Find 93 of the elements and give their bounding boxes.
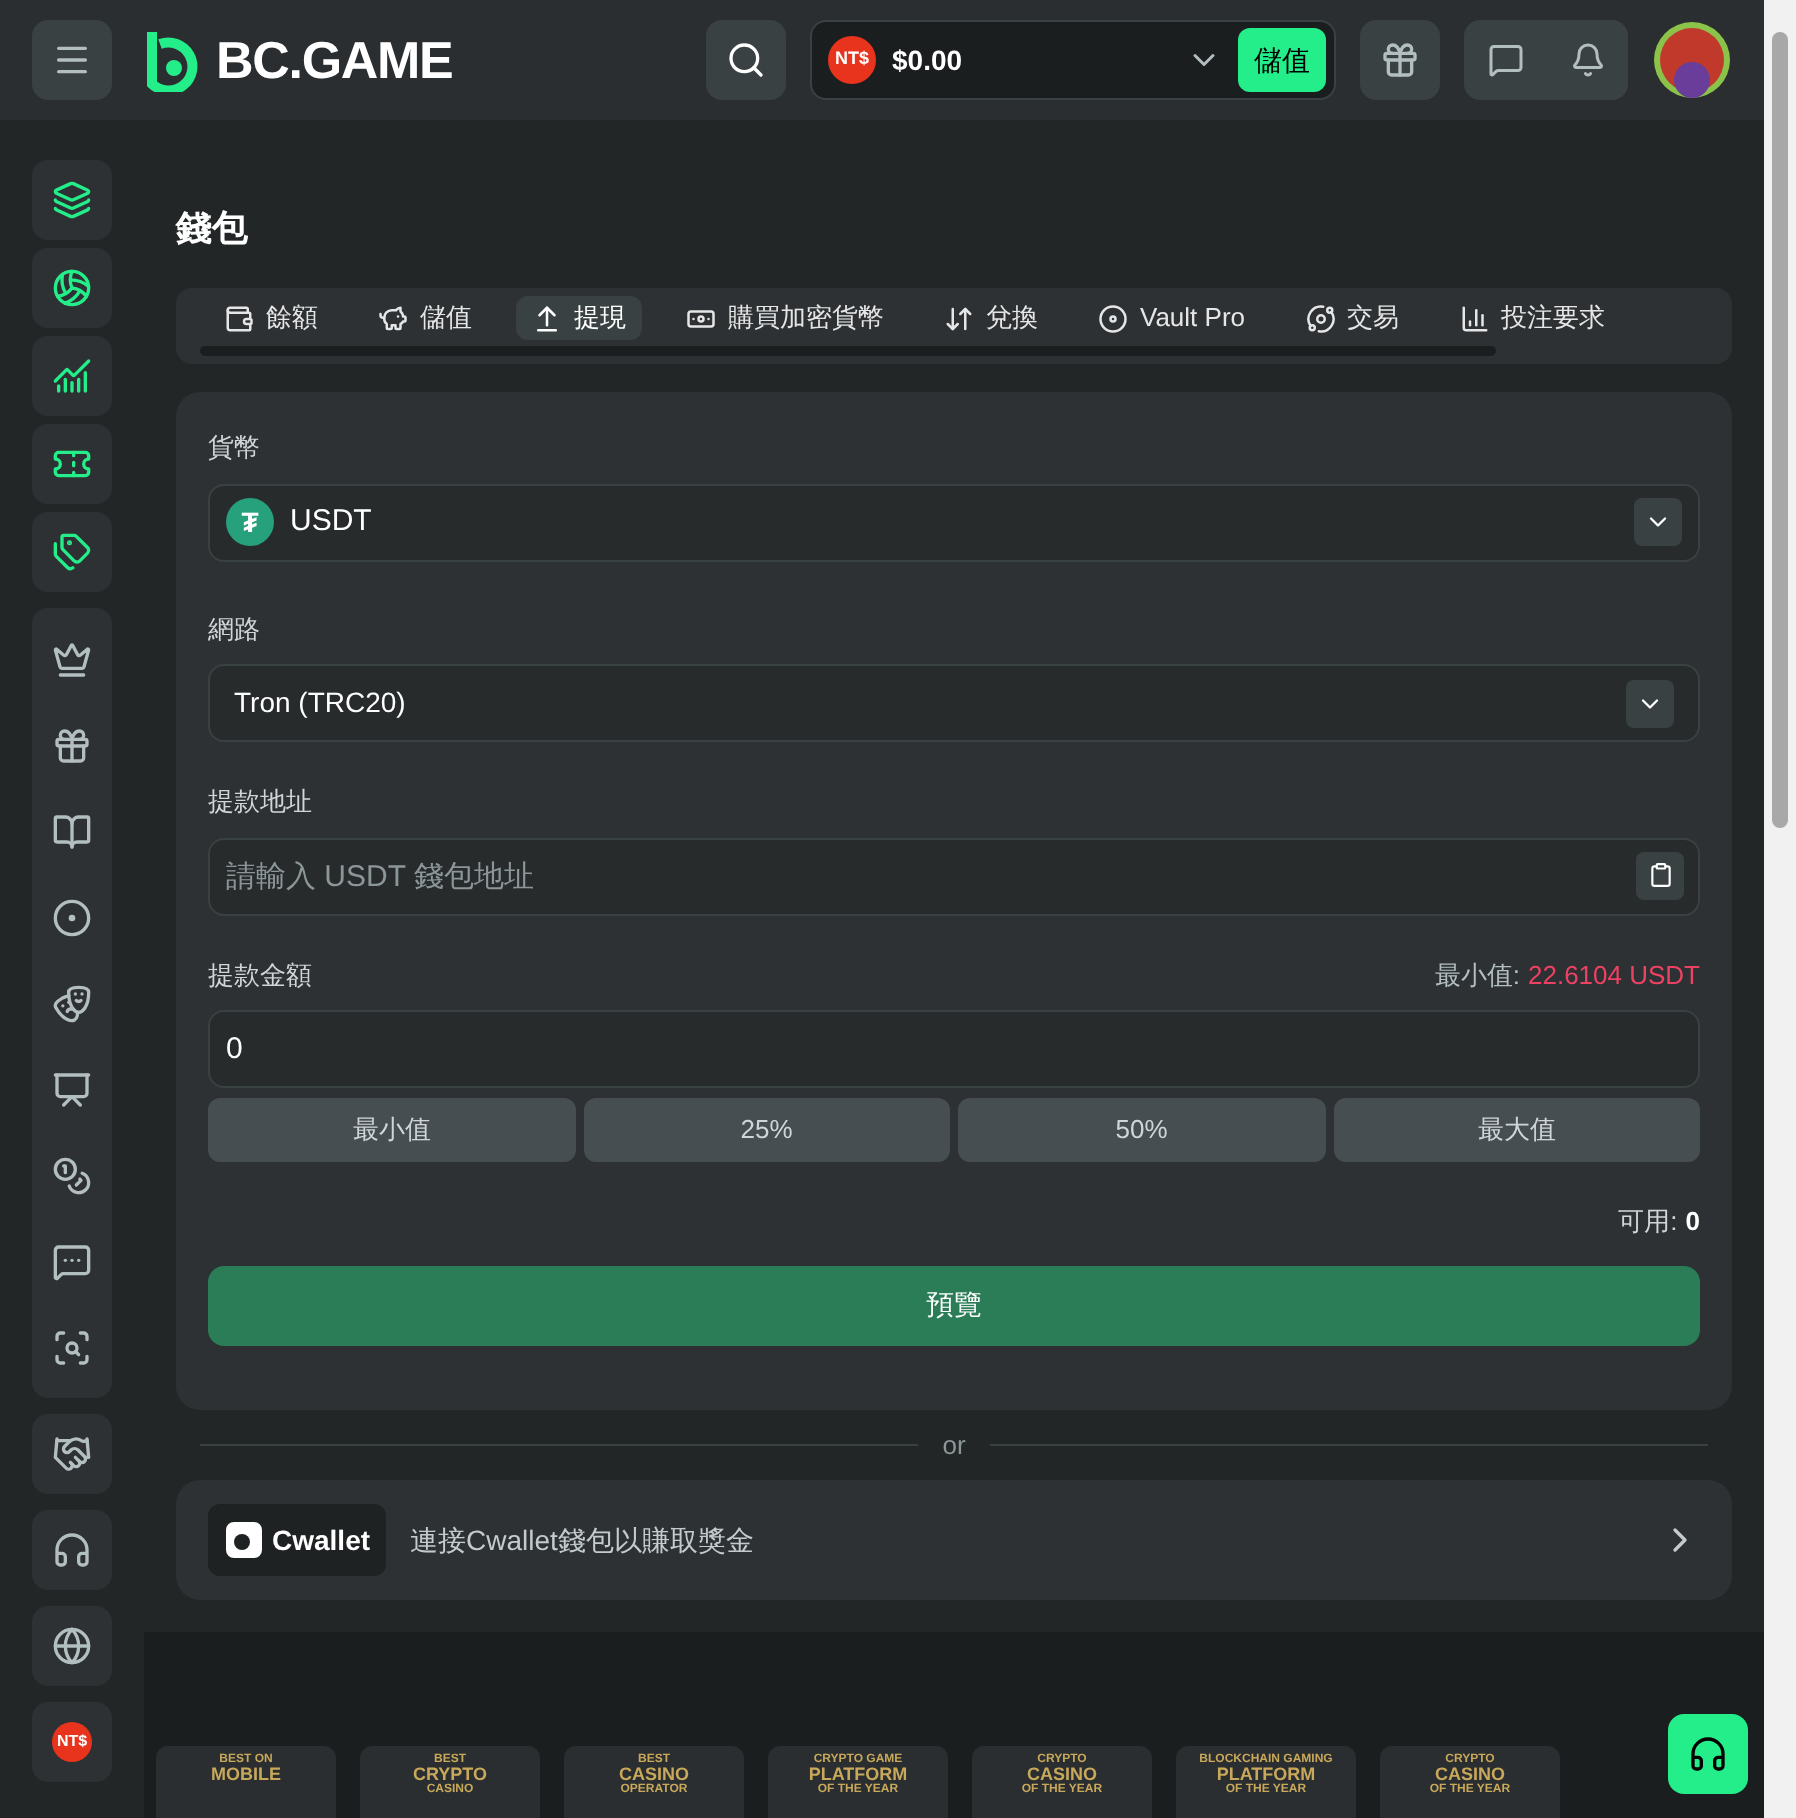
avatar[interactable] [1652,20,1732,100]
field-label: 提款金額 [208,957,312,993]
wallet-tab[interactable]: Vault Pro [1082,296,1262,340]
support-button[interactable] [1668,1714,1748,1794]
gift-icon [52,725,92,765]
ball-icon [52,268,92,308]
crown-icon [52,639,92,679]
chat-icon[interactable] [1487,42,1523,78]
wallet-tab[interactable]: 交易 [1289,296,1416,340]
award-text: PLATFORM [1216,1766,1316,1784]
coins-icon [52,1155,92,1195]
chat-icon [52,1241,92,1281]
sidebar-item[interactable] [32,1606,112,1686]
available-label: 可用: [1618,1204,1678,1240]
tags-icon [52,532,92,572]
bar-chart-icon [1459,303,1490,333]
clipboard-icon [1647,862,1673,888]
search-icon [726,40,766,80]
award-text: CASINO [618,1766,689,1784]
search-button[interactable] [706,20,786,100]
balance-amount: $0.00 [892,42,963,80]
coin-icon: ₮ [226,498,274,546]
dropdown-button[interactable] [1634,498,1682,546]
preview-button[interactable]: 預覽 [208,1265,1700,1345]
minimum-label: 最小值: [1434,957,1520,993]
bell-icon[interactable] [1569,42,1605,78]
sidebar-item[interactable] [32,160,112,240]
magnifier-icon [52,1327,92,1367]
network-value: Tron (TRC20) [234,684,406,722]
sidebar-item[interactable] [32,512,112,592]
wallet-tab[interactable]: 餘額 [208,296,334,340]
dropdown-button[interactable] [1626,679,1674,727]
amount-preset-button[interactable]: 最小值 [208,1098,575,1162]
award-text: PLATFORM [808,1766,908,1784]
cwallet-logo: Cwallet [208,1504,387,1576]
field-label: 網路 [208,611,262,647]
piggy-bank-icon [378,303,408,333]
cards-icon [52,180,92,220]
ring-icon [52,897,92,937]
amount-field[interactable]: 0 [208,1010,1700,1088]
brand-name: BC.GAME [216,27,453,93]
globe-icon [52,1626,92,1666]
sidebar-item[interactable] [32,1414,112,1494]
wallet-icon [224,303,254,333]
masks-icon [52,983,92,1023]
deposit-button[interactable]: 儲值 [1238,28,1326,92]
currency-select[interactable]: ₮ USDT [208,483,1700,561]
headphones-icon [52,1530,92,1570]
divider-text: or [942,1427,966,1463]
sidebar-item[interactable]: NT$ [32,1702,112,1782]
minimum-value: 22.6104 USDT [1528,957,1700,993]
award-text: MOBILE [211,1766,281,1784]
swap-icon [944,303,974,333]
gift-button[interactable] [1360,20,1440,100]
cwallet-text: 連接Cwallet錢包以賺取獎金 [410,1521,754,1559]
sidebar-item[interactable] [32,336,112,416]
handshake-icon [52,1434,92,1474]
field-label: 貨幣 [208,430,262,466]
sidebar-item[interactable] [32,1510,112,1590]
paste-button[interactable] [1636,851,1684,899]
balance-selector[interactable]: NT$ $0.00 儲值 [810,20,1336,100]
vault-icon [1098,303,1128,333]
sidebar-item[interactable] [32,424,112,504]
wallet-tab[interactable]: 購買加密貨幣 [670,296,900,340]
withdraw-icon [532,303,562,333]
gift-icon [1380,40,1420,80]
available-value: 0 [1685,1204,1700,1240]
logo-icon [144,28,200,92]
currency-value: USDT [290,501,372,542]
currency-badge: NT$ [828,36,876,84]
wallet-tab[interactable]: 儲值 [362,296,488,340]
wallet-tab[interactable]: 兌換 [928,296,1054,340]
wallet-tab[interactable]: 提現 [516,296,642,340]
sidebar-item[interactable] [32,248,112,328]
field-label: 提款地址 [208,784,314,820]
chart-icon [52,356,92,396]
menu-button[interactable] [32,20,112,100]
address-field[interactable]: 請輸入 USDT 錢包地址 [208,837,1700,915]
amount-preset-button[interactable]: 最大值 [1333,1098,1700,1162]
amount-preset-button[interactable]: 50% [958,1098,1325,1162]
award-text: CASINO [1434,1766,1505,1784]
award-text: CRYPTO [412,1766,487,1784]
orbit-icon [1305,303,1336,333]
podium-icon [52,1069,92,1109]
currency-badge: NT$ [52,1722,92,1762]
award-text: CASINO [1026,1766,1097,1784]
network-select[interactable]: Tron (TRC20) [208,664,1700,742]
headphones-icon [1688,1734,1728,1774]
book-icon [52,811,92,851]
amount-preset-button[interactable]: 25% [583,1098,950,1162]
cwallet-banner[interactable]: Cwallet 連接Cwallet錢包以賺取獎金 [176,1480,1732,1600]
wallet-tab[interactable]: 投注要求 [1443,296,1622,340]
page-title: 錢包 [176,206,250,252]
